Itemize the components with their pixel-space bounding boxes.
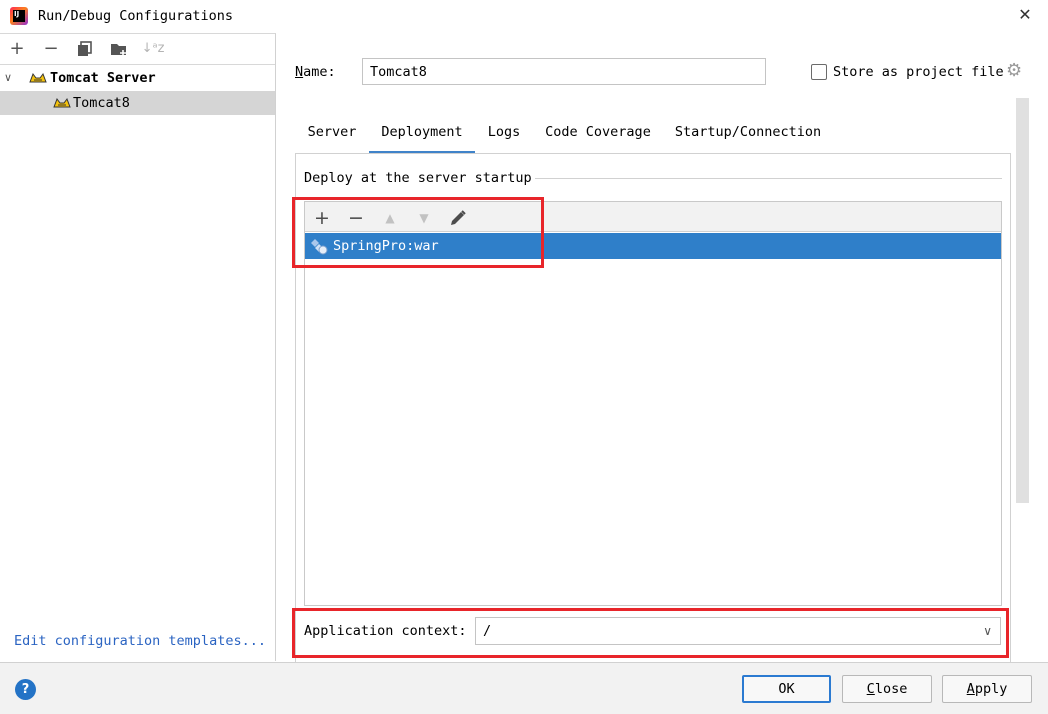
tree-item-label: Tomcat8 — [73, 95, 130, 111]
close-button[interactable]: Close — [842, 675, 932, 703]
tree-toolbar: + − ↓ᵃz — [0, 34, 275, 65]
edit-artifact-icon[interactable] — [446, 206, 470, 230]
window-title: Run/Debug Configurations — [38, 8, 234, 24]
sort-configurations-icon[interactable]: ↓ᵃz — [141, 38, 165, 60]
application-context-value: / — [483, 623, 492, 639]
deploy-section-title: Deploy at the server startup — [304, 170, 532, 186]
tab-code-coverage[interactable]: Code Coverage — [533, 124, 663, 154]
artifact-list[interactable] — [304, 201, 1002, 606]
artifact-name: SpringPro:war — [333, 238, 439, 254]
store-as-project-file-label[interactable]: Store as project file — [833, 64, 1004, 80]
new-folder-icon[interactable] — [107, 38, 131, 60]
name-label: Name: — [295, 64, 336, 80]
application-context-label: Application context: — [304, 623, 467, 639]
list-item[interactable]: SpringPro:war — [305, 233, 1001, 259]
web-artifact-icon — [311, 239, 328, 255]
remove-artifact-icon[interactable]: − — [344, 206, 368, 230]
close-window-icon[interactable]: ✕ — [1014, 4, 1036, 26]
tab-server[interactable]: Server — [295, 124, 369, 154]
add-artifact-icon[interactable]: + — [310, 206, 334, 230]
section-divider — [535, 178, 1002, 179]
intellij-app-icon: IJ — [10, 7, 28, 25]
tomcat-icon — [29, 72, 47, 83]
chevron-down-icon[interactable]: ∨ — [983, 622, 992, 640]
tab-deployment[interactable]: Deployment — [369, 124, 475, 154]
tree-item-tomcat8[interactable]: Tomcat8 — [0, 91, 275, 115]
move-up-icon[interactable]: ▲ — [378, 206, 402, 230]
application-context-select[interactable]: / ∨ — [475, 617, 1001, 645]
store-as-project-file-checkbox[interactable] — [811, 64, 827, 80]
tab-startup-connection[interactable]: Startup/Connection — [663, 124, 833, 154]
ok-button[interactable]: OK — [742, 675, 831, 703]
move-down-icon[interactable]: ▼ — [412, 206, 436, 230]
tab-logs[interactable]: Logs — [475, 124, 533, 154]
copy-configuration-icon[interactable] — [73, 38, 97, 60]
tree-group-tomcat-server[interactable]: ∨ Tomcat Server — [0, 66, 275, 90]
add-configuration-icon[interactable]: + — [5, 38, 29, 60]
gear-icon[interactable]: ⚙ — [1006, 62, 1022, 80]
help-icon[interactable]: ? — [15, 679, 36, 700]
remove-configuration-icon[interactable]: − — [39, 38, 63, 60]
edit-configuration-templates-link[interactable]: Edit configuration templates... — [14, 633, 266, 649]
vertical-scrollbar[interactable] — [1016, 98, 1029, 503]
artifact-toolbar: + − ▲ ▼ — [305, 202, 1001, 232]
chevron-down-icon[interactable]: ∨ — [4, 66, 12, 90]
name-input[interactable] — [362, 58, 766, 85]
tree-group-label: Tomcat Server — [50, 70, 156, 86]
tomcat-icon — [53, 97, 71, 108]
apply-button[interactable]: Apply — [942, 675, 1032, 703]
configuration-tree-pane: + − ↓ᵃz ∨ Tomcat Server Tomcat8 Edit con… — [0, 33, 276, 661]
